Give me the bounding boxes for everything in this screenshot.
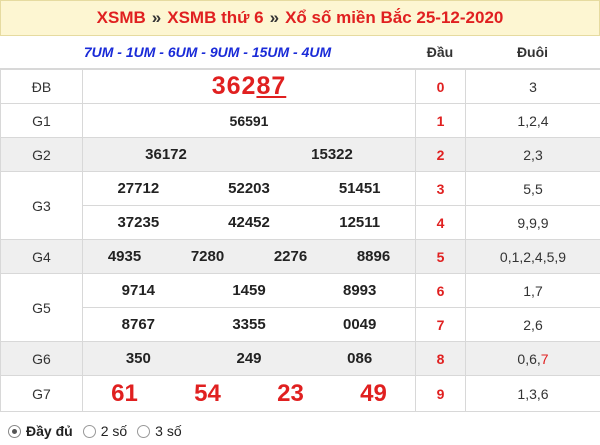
loto-dau: 8 xyxy=(415,341,466,376)
loto-duoi: 0,6,7 xyxy=(465,341,600,376)
prize-g5-cell: 9714 1459 8993 xyxy=(82,273,416,308)
results-table: ĐB 36287 0 3 G1 56591 1 1,2,4 G2 36172 1… xyxy=(0,69,600,412)
loto-duoi-prefix: 0,6, xyxy=(517,350,541,367)
loto-duoi: 0,1,2,4,5,9 xyxy=(465,239,600,274)
loto-duoi: 1,7 xyxy=(465,273,600,308)
loto-dau: 5 xyxy=(415,239,466,274)
prize-number: 8896 xyxy=(356,248,391,265)
prize-number: 23 xyxy=(277,379,304,407)
radio-full[interactable] xyxy=(8,424,21,438)
prize-db-number: 36287 xyxy=(212,72,287,100)
option-2-label: 2 số xyxy=(100,423,128,439)
loto-duoi: 5,5 xyxy=(465,171,600,206)
prize-number: 8767 xyxy=(121,316,156,333)
prize-label-g4: G4 xyxy=(0,239,83,274)
prize-number: 49 xyxy=(360,379,387,407)
breadcrumb-xsmb-thu6-link[interactable]: XSMB thứ 6 xyxy=(167,8,263,28)
prize-number: 3355 xyxy=(232,316,266,333)
display-options: Đầy đủ 2 số 3 số xyxy=(0,417,600,445)
prize-number: 36172 xyxy=(145,146,187,163)
option-3-digits[interactable]: 3 số xyxy=(137,423,182,439)
radio-2-digits[interactable] xyxy=(82,424,96,438)
table-row: G2 36172 15322 2 2,3 xyxy=(0,137,600,172)
prize-g5-cell: 8767 3355 0049 xyxy=(82,307,416,342)
prize-number: 8993 xyxy=(342,282,377,299)
breadcrumb: XSMB » XSMB thứ 6 » Xổ số miền Bắc 25-12… xyxy=(0,0,600,36)
special-prize-codes: 7UM - 1UM - 6UM - 9UM - 15UM - 4UM xyxy=(83,44,332,60)
loto-dau: 4 xyxy=(415,205,466,240)
table-header: 7UM - 1UM - 6UM - 9UM - 15UM - 4UM Đầu Đ… xyxy=(0,36,600,69)
loto-dau: 7 xyxy=(415,307,466,342)
breadcrumb-separator: » xyxy=(269,8,280,27)
dau-column-header: Đầu xyxy=(426,44,454,60)
prize-number: 56591 xyxy=(82,103,416,138)
loto-dau: 3 xyxy=(415,171,466,206)
prize-number: 42452 xyxy=(228,214,270,231)
radio-3-digits[interactable] xyxy=(137,424,151,438)
table-row: G1 56591 1 1,2,4 xyxy=(0,103,600,138)
prize-number: 54 xyxy=(194,379,221,407)
prize-number: 7280 xyxy=(190,248,225,265)
loto-duoi: 2,3 xyxy=(465,137,600,172)
breadcrumb-separator: » xyxy=(151,8,162,27)
prize-label-g3: G3 xyxy=(0,171,83,240)
prize-number: 1459 xyxy=(232,282,266,299)
prize-number: 37235 xyxy=(117,214,160,231)
loto-duoi: 1,3,6 xyxy=(465,375,600,412)
prize-number: 51451 xyxy=(338,180,381,197)
table-row: G5 9714 1459 8993 6 1,7 xyxy=(0,273,600,342)
prize-number: 15322 xyxy=(311,146,353,163)
prize-g3-cell: 37235 42452 12511 xyxy=(82,205,416,240)
option-3-label: 3 số xyxy=(155,423,182,439)
prize-number: 27712 xyxy=(117,180,160,197)
prize-g3-cell: 27712 52203 51451 xyxy=(82,171,416,206)
table-row: 37235 42452 12511 4 9,9,9 xyxy=(1,205,600,240)
option-full-label: Đầy đủ xyxy=(26,423,73,439)
prize-number: 4935 xyxy=(107,248,142,265)
prize-g6-cell: 350 249 086 xyxy=(82,341,416,376)
prize-number: 9714 xyxy=(121,282,156,299)
prize-number: 12511 xyxy=(339,214,381,231)
prize-number: 249 xyxy=(236,350,262,367)
breadcrumb-xsmb-link[interactable]: XSMB xyxy=(97,8,146,28)
breadcrumb-page-title-link[interactable]: Xổ số miền Bắc 25-12-2020 xyxy=(285,8,503,28)
table-row: ĐB 36287 0 3 xyxy=(0,69,600,104)
prize-label-g1: G1 xyxy=(0,103,83,138)
loto-duoi: 9,9,9 xyxy=(465,205,600,240)
prize-number: 0049 xyxy=(342,316,377,333)
loto-dau: 9 xyxy=(415,375,466,412)
prize-db-cell: 36287 xyxy=(82,69,416,104)
loto-duoi: 1,2,4 xyxy=(465,103,600,138)
duoi-column-header: Đuôi xyxy=(516,44,549,60)
option-full[interactable]: Đầy đủ xyxy=(8,423,73,439)
table-row: G6 350 249 086 8 0,6,7 xyxy=(0,341,600,376)
option-2-digits[interactable]: 2 số xyxy=(82,423,128,439)
table-row: G7 61 54 23 49 9 1,3,6 xyxy=(0,375,600,412)
prize-label-g5: G5 xyxy=(0,273,83,342)
loto-duoi: 2,6 xyxy=(465,307,600,342)
prize-g2-cell: 36172 15322 xyxy=(82,137,416,172)
loto-dau: 2 xyxy=(415,137,466,172)
loto-dau: 0 xyxy=(415,69,466,104)
prize-number: 350 xyxy=(125,350,151,367)
table-row: G4 4935 7280 2276 8896 5 0,1,2,4,5,9 xyxy=(0,239,600,274)
prize-db-suffix: 87 xyxy=(256,72,287,100)
prize-label-g6: G6 xyxy=(0,341,83,376)
prize-g4-cell: 4935 7280 2276 8896 xyxy=(82,239,416,274)
prize-label-g7: G7 xyxy=(0,375,83,412)
loto-duoi: 3 xyxy=(465,69,600,104)
prize-label-db: ĐB xyxy=(0,69,83,104)
prize-number: 52203 xyxy=(228,180,270,197)
loto-dau: 6 xyxy=(415,273,466,308)
prize-label-g2: G2 xyxy=(0,137,83,172)
prize-g7-cell: 61 54 23 49 xyxy=(82,375,416,412)
prize-number: 2276 xyxy=(273,248,308,265)
loto-duoi-special: 7 xyxy=(540,350,549,367)
table-row: G3 27712 52203 51451 3 5,5 xyxy=(0,171,600,240)
prize-number: 61 xyxy=(111,379,138,407)
prize-db-prefix: 362 xyxy=(211,72,257,100)
table-row: 8767 3355 0049 7 2,6 xyxy=(1,307,600,342)
prize-number: 086 xyxy=(347,350,373,367)
loto-dau: 1 xyxy=(415,103,466,138)
